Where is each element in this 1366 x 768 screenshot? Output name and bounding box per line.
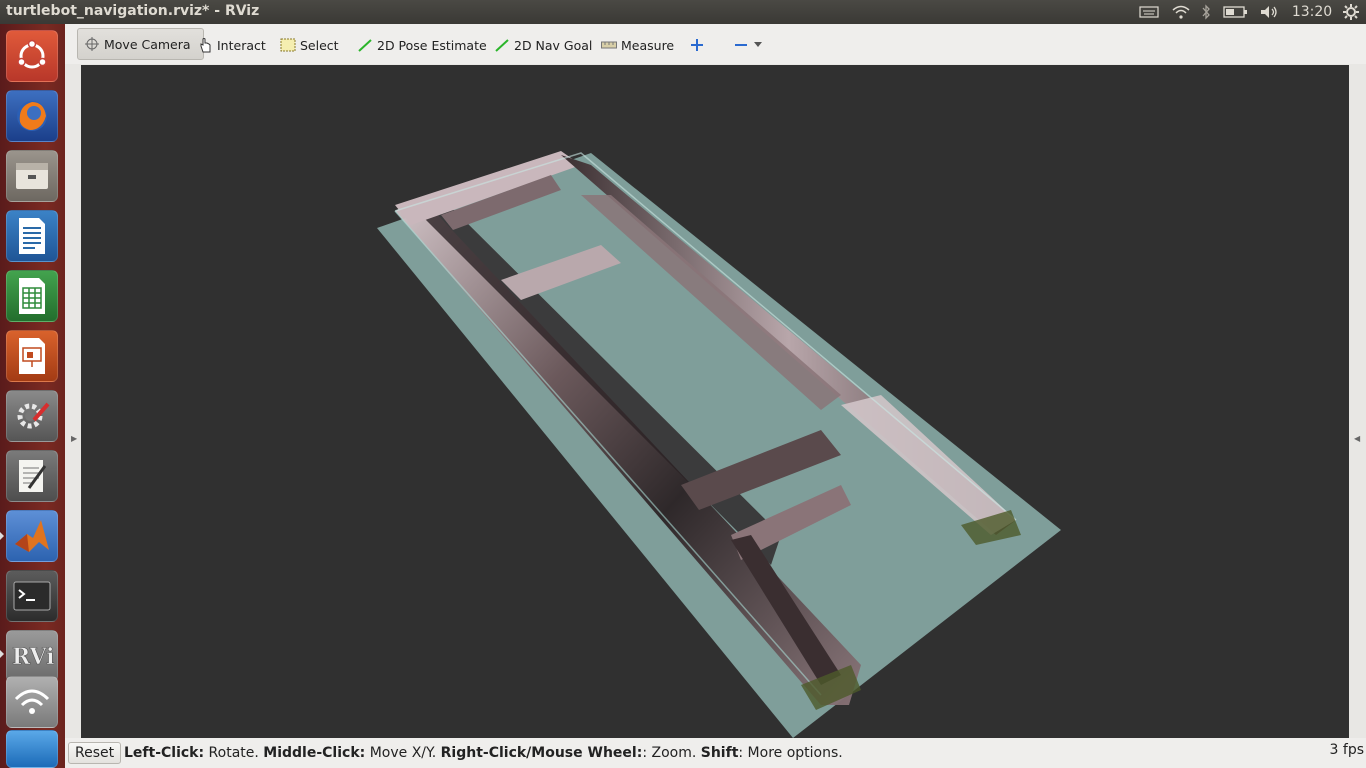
help-text: Left-Click: Rotate. Middle-Click: Move X…: [124, 745, 843, 761]
move-camera-icon: [84, 37, 100, 51]
remove-tool-button[interactable]: [733, 32, 767, 58]
help-key-right-click: Right-Click/Mouse Wheel:: [440, 745, 643, 761]
move-camera-button[interactable]: Move Camera: [77, 28, 204, 60]
green-arrow-icon: [494, 38, 510, 52]
help-text-more: : More options.: [738, 745, 843, 761]
hand-pointer-icon: [197, 38, 213, 53]
battery-icon[interactable]: [1222, 2, 1250, 22]
running-indicator: [0, 532, 4, 540]
pose-estimate-label: 2D Pose Estimate: [377, 37, 487, 53]
collapse-left-arrow-icon[interactable]: ▶: [71, 434, 77, 443]
files-icon[interactable]: [6, 150, 58, 202]
firefox-icon[interactable]: [6, 90, 58, 142]
top-panel: turtlebot_navigation.rviz* - RViz 13:20: [0, 0, 1366, 24]
fps-readout: 3 fps: [1329, 742, 1364, 758]
select-button[interactable]: Select: [280, 32, 339, 58]
select-box-icon: [280, 38, 296, 52]
svg-text:RViz: RViz: [12, 644, 54, 670]
select-label: Select: [300, 37, 339, 53]
interact-button[interactable]: Interact: [197, 32, 266, 58]
nav-goal-button[interactable]: 2D Nav Goal: [494, 32, 592, 58]
ubuntu-dash-icon[interactable]: [6, 30, 58, 82]
rviz-window: Move Camera Interact Select 2D Pose Esti…: [65, 24, 1366, 768]
launcher: RViz: [0, 24, 65, 768]
help-text-move: Move X/Y.: [365, 745, 441, 761]
terminal-icon[interactable]: [6, 570, 58, 622]
green-arrow-icon: [357, 38, 373, 52]
workspace-icon[interactable]: [6, 730, 58, 768]
help-text-zoom: : Zoom.: [642, 745, 701, 761]
help-key-middle-click: Middle-Click:: [263, 745, 366, 761]
reset-button[interactable]: Reset: [68, 742, 122, 764]
ruler-icon: [601, 38, 617, 52]
text-editor-icon[interactable]: [6, 450, 58, 502]
chevron-down-icon: [753, 38, 763, 52]
window-title: turtlebot_navigation.rviz* - RViz: [6, 3, 260, 19]
matlab-icon[interactable]: [6, 510, 58, 562]
clock[interactable]: 13:20: [1290, 2, 1334, 22]
volume-icon[interactable]: [1258, 2, 1280, 22]
plus-icon: [689, 38, 705, 52]
libreoffice-calc-icon[interactable]: [6, 270, 58, 322]
interact-label: Interact: [217, 37, 266, 53]
network-icon[interactable]: [6, 676, 58, 728]
settings-gear-icon[interactable]: [1340, 2, 1362, 22]
help-text-rotate: Rotate.: [204, 745, 264, 761]
collapse-right-arrow-icon[interactable]: ◀: [1354, 434, 1360, 443]
minus-icon: [733, 38, 749, 52]
nav-goal-label: 2D Nav Goal: [514, 37, 593, 53]
move-camera-label: Move Camera: [104, 36, 191, 52]
bluetooth-icon[interactable]: [1198, 2, 1214, 22]
libreoffice-impress-icon[interactable]: [6, 330, 58, 382]
wifi-icon[interactable]: [1170, 2, 1192, 22]
rviz-icon[interactable]: RViz: [6, 630, 58, 682]
running-indicator: [0, 650, 4, 658]
measure-label: Measure: [621, 37, 675, 53]
3d-viewport[interactable]: [81, 65, 1349, 738]
help-key-shift: Shift: [700, 745, 739, 761]
pose-estimate-button[interactable]: 2D Pose Estimate: [357, 32, 487, 58]
toolbar: Move Camera Interact Select 2D Pose Esti…: [65, 24, 1366, 65]
keyboard-icon[interactable]: [1138, 2, 1160, 22]
libreoffice-writer-icon[interactable]: [6, 210, 58, 262]
status-bar: Reset Left-Click: Rotate. Middle-Click: …: [65, 738, 1366, 768]
map-render: [377, 151, 1061, 738]
add-tool-button[interactable]: [689, 32, 709, 58]
help-key-left-click: Left-Click:: [124, 745, 205, 761]
measure-button[interactable]: Measure: [601, 32, 674, 58]
system-settings-icon[interactable]: [6, 390, 58, 442]
